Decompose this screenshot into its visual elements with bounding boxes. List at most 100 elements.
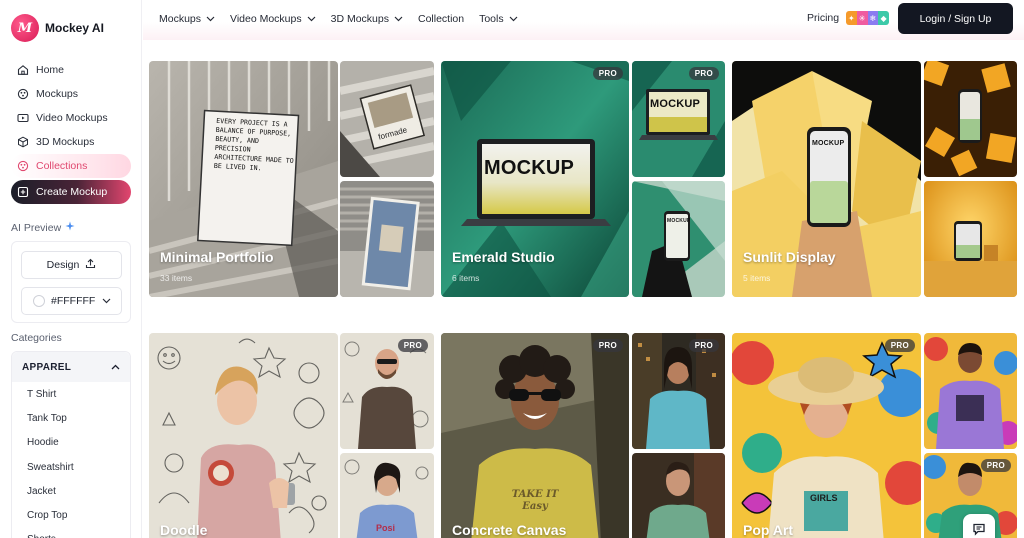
sidebar-nav: Home Mockups Video Mockups 3D Mockups Co… (11, 58, 131, 204)
svg-text:Posi: Posi (376, 523, 395, 533)
category-item[interactable]: Sweatshirt (12, 455, 130, 479)
video-icon (17, 112, 29, 124)
shirt-text: TAKE IT Easy (511, 489, 559, 512)
menu-3d-mockups[interactable]: 3D Mockups (331, 12, 403, 26)
preview-tile[interactable] (340, 181, 434, 297)
preview-tile[interactable] (924, 181, 1017, 297)
menu-tools[interactable]: Tools (479, 12, 518, 26)
collection-card-sunlit-display[interactable]: MOCKUP Sunlit Display 5 items (732, 61, 921, 297)
color-picker[interactable]: #FFFFFF (21, 287, 122, 315)
sidebar-item-mockups[interactable]: Mockups (11, 82, 131, 106)
sidebar-item-label: 3D Mockups (36, 136, 95, 148)
menu-mockups[interactable]: Mockups (159, 12, 215, 26)
category-item[interactable]: Shorts (12, 528, 130, 538)
design-upload-button[interactable]: Design (21, 251, 122, 279)
sidebar-item-home[interactable]: Home (11, 58, 131, 82)
menu-label: Collection (417, 13, 465, 25)
collection-title: Concrete Canvas (452, 522, 567, 538)
preview-tile[interactable] (924, 333, 1017, 449)
collection-count: 5 items (743, 273, 771, 283)
category-item[interactable]: Hoodie (12, 431, 130, 455)
category-item[interactable]: Crop Top (12, 503, 130, 527)
preview-tile[interactable]: Posi (340, 453, 434, 538)
collection-card-concrete-canvas[interactable]: TAKE IT Easy Concrete Canvas PRO (441, 333, 629, 538)
chevron-down-icon (394, 13, 403, 25)
categories-title: Categories (11, 332, 62, 344)
create-icon (17, 186, 29, 198)
category-item[interactable]: Jacket (12, 479, 130, 503)
chevron-down-icon (206, 13, 215, 25)
collection-card-minimal-portfolio[interactable]: EVERY PROJECT IS A BALANCE OF PURPOSE, B… (149, 61, 338, 297)
preview-tile[interactable]: formade (340, 61, 434, 177)
pricing-plan-icons[interactable]: ✦ ✳ ❄ ◆ (846, 11, 889, 25)
preview-tile[interactable]: MOCKUP PRO (632, 61, 725, 177)
menu-video-mockups[interactable]: Video Mockups (230, 12, 316, 26)
brand[interactable]: M Mockey AI (11, 14, 104, 42)
top-menu: Mockups Video Mockups 3D Mockups Collect… (159, 12, 533, 26)
sidebar-item-label: Create Mockup (36, 186, 108, 198)
chevron-up-icon (111, 362, 120, 373)
plan-snowflake-icon: ❄ (867, 11, 879, 25)
ai-preview-label: AI Preview (11, 221, 62, 234)
pro-badge: PRO (884, 339, 915, 352)
collection-title: Minimal Portfolio (160, 249, 274, 265)
plan-gem-icon: ◆ (878, 11, 889, 25)
chat-button[interactable] (963, 514, 995, 538)
category-group-label: APPAREL (22, 361, 72, 373)
color-value: #FFFFFF (51, 295, 96, 307)
pro-badge: PRO (397, 339, 428, 352)
category-group-apparel[interactable]: APPAREL (12, 352, 130, 382)
sidebar-item-3d-mockups[interactable]: 3D Mockups (11, 130, 131, 154)
poster-text: EVERY PROJECT IS A BALANCE OF PURPOSE, B… (213, 116, 294, 173)
pro-badge: PRO (688, 67, 719, 80)
top-nav: Mockups Video Mockups 3D Mockups Collect… (143, 0, 1024, 40)
preview-tile[interactable] (924, 61, 1017, 177)
pricing-link[interactable]: Pricing (807, 12, 839, 24)
collection-title: Doodle (160, 522, 208, 538)
tshirt-model-photo: Posi (340, 453, 434, 538)
preview-tile[interactable]: PRO (632, 333, 725, 449)
chevron-down-icon (102, 295, 111, 307)
sidebar-item-collections[interactable]: Collections (11, 154, 131, 178)
login-signup-button[interactable]: Login / Sign Up (898, 3, 1013, 34)
mockups-icon (17, 88, 29, 100)
category-item[interactable]: T Shirt (12, 382, 130, 406)
screen-text: MOCKUP (667, 218, 691, 224)
sidebar: M Mockey AI Home Mockups Video Mockups 3… (0, 0, 142, 538)
phone-stand-photo (924, 181, 1017, 297)
category-item[interactable]: Tank Top (12, 406, 130, 430)
preview-tile[interactable] (632, 453, 725, 538)
menu-collection[interactable]: Collection (418, 12, 464, 26)
menu-label: Tools (479, 13, 504, 25)
collection-card-doodle[interactable]: Doodle (149, 333, 338, 538)
pro-badge: PRO (688, 339, 719, 352)
shirt-text: GIRLS (810, 493, 838, 503)
preview-tile[interactable]: MOCKUP (632, 181, 725, 297)
ai-preview-title: AI Preview (11, 221, 75, 234)
tshirt-back-photo (924, 333, 1017, 449)
collection-title: Pop Art (743, 522, 794, 538)
collection-card-pop-art[interactable]: GIRLS Pop Art PRO (732, 333, 921, 538)
phone-cubes-photo (924, 61, 1017, 177)
upload-icon (85, 258, 96, 272)
screen-text: MOCKUP (650, 98, 701, 110)
book-photo (340, 61, 434, 177)
menu-label: 3D Mockups (330, 13, 389, 25)
collections-icon (17, 160, 29, 172)
home-icon (17, 64, 29, 76)
color-swatch (33, 295, 45, 307)
design-label: Design (46, 259, 80, 271)
preview-tile[interactable]: PRO (340, 333, 434, 449)
collection-title: Sunlit Display (743, 249, 836, 265)
create-mockup-button[interactable]: Create Mockup (11, 180, 131, 204)
collection-card-emerald-studio[interactable]: MOCKUP Emerald Studio 6 items PRO (441, 61, 629, 297)
phone-hand-photo (632, 181, 725, 297)
collection-count: 33 items (160, 273, 193, 283)
sidebar-item-label: Collections (36, 160, 88, 172)
doodle-tshirt-photo (149, 333, 338, 538)
sidebar-item-label: Mockups (36, 88, 79, 100)
ai-preview-panel: Design #FFFFFF (11, 241, 131, 323)
pro-badge: PRO (592, 67, 623, 80)
collection-count: 6 items (452, 273, 480, 283)
sidebar-item-video-mockups[interactable]: Video Mockups (11, 106, 131, 130)
